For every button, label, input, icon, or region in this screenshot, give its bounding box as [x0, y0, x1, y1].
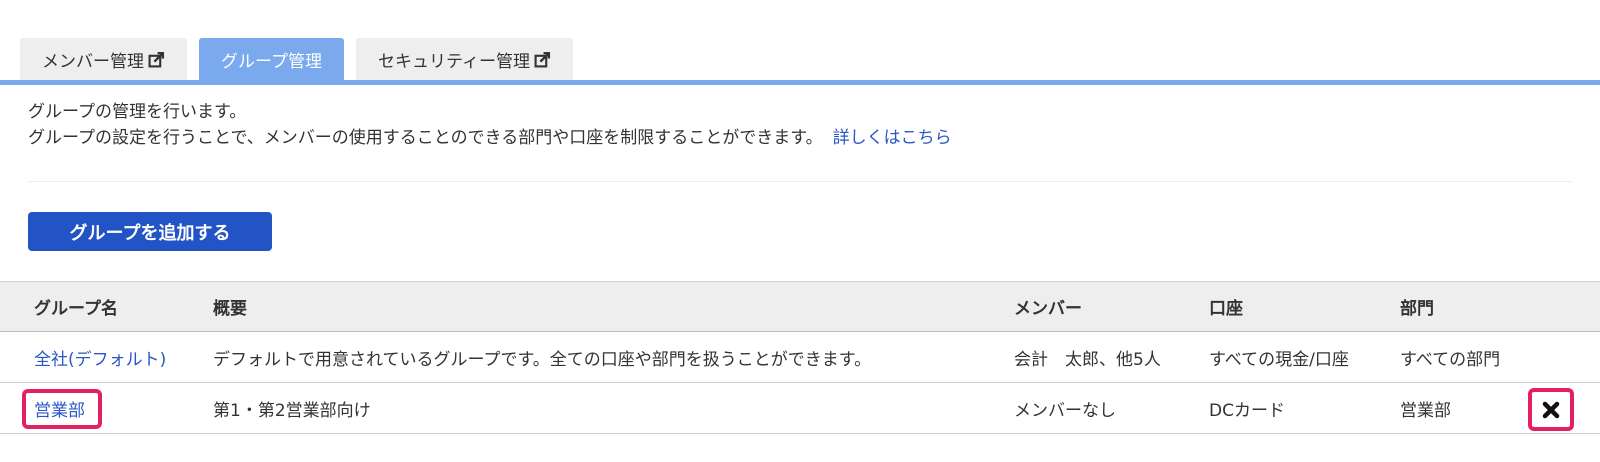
external-link-icon: [534, 51, 551, 67]
header-group-name: グループ名: [34, 299, 118, 319]
group-account: すべての現金/口座: [1209, 349, 1349, 370]
page-description: グループの管理を行います。 グループの設定を行うことで、メンバーの使用することの…: [28, 99, 952, 151]
description-line-1: グループの管理を行います。: [28, 102, 247, 122]
group-summary: 第1・第2営業部向け: [213, 400, 371, 421]
group-name-cell: 営業部: [34, 383, 85, 433]
table-row: 営業部 第1・第2営業部向け メンバーなし DCカード 営業部: [0, 383, 1600, 434]
group-members: 会計 太郎、他5人: [1014, 349, 1161, 370]
group-department: 営業部: [1400, 400, 1451, 421]
header-summary: 概要: [213, 299, 247, 319]
group-name-link[interactable]: 全社(デフォルト): [34, 345, 166, 370]
tab-underline: [0, 80, 1600, 85]
tab-bar: メンバー管理 グループ管理 セキュリティー管理: [20, 38, 573, 80]
table-header: グループ名 概要 メンバー 口座 部門: [0, 281, 1600, 332]
tab-label: メンバー管理: [42, 51, 144, 72]
group-summary: デフォルトで用意されているグループです。全ての口座や部門を扱うことができます。: [213, 349, 872, 370]
group-name-cell: 全社(デフォルト): [34, 332, 166, 382]
description-line-2: グループの設定を行うことで、メンバーの使用することのできる部門や口座を制限するこ…: [28, 125, 952, 151]
delete-group-button[interactable]: [1528, 388, 1574, 431]
divider: [28, 181, 1572, 182]
description-text: グループの設定を行うことで、メンバーの使用することのできる部門や口座を制限するこ…: [28, 128, 823, 148]
group-name-link[interactable]: 営業部: [34, 396, 85, 421]
table-row: 全社(デフォルト) デフォルトで用意されているグループです。全ての口座や部門を扱…: [0, 332, 1600, 383]
tab-label: セキュリティー管理: [377, 51, 530, 72]
group-table: グループ名 概要 メンバー 口座 部門 全社(デフォルト) デフォルトで用意され…: [0, 281, 1600, 434]
tab-group-management[interactable]: グループ管理: [199, 38, 344, 80]
group-members: メンバーなし: [1014, 400, 1116, 421]
details-link[interactable]: 詳しくはこちら: [833, 128, 952, 148]
header-account: 口座: [1209, 299, 1243, 319]
header-department: 部門: [1400, 299, 1434, 319]
close-icon: [1542, 401, 1560, 418]
external-link-icon: [148, 51, 165, 67]
tab-member-management[interactable]: メンバー管理: [20, 38, 187, 80]
add-group-button[interactable]: グループを追加する: [28, 212, 272, 251]
header-members: メンバー: [1014, 299, 1082, 319]
tab-security-management[interactable]: セキュリティー管理: [355, 38, 573, 80]
group-account: DCカード: [1209, 400, 1285, 421]
tab-label: グループ管理: [221, 51, 322, 72]
group-department: すべての部門: [1400, 349, 1501, 370]
